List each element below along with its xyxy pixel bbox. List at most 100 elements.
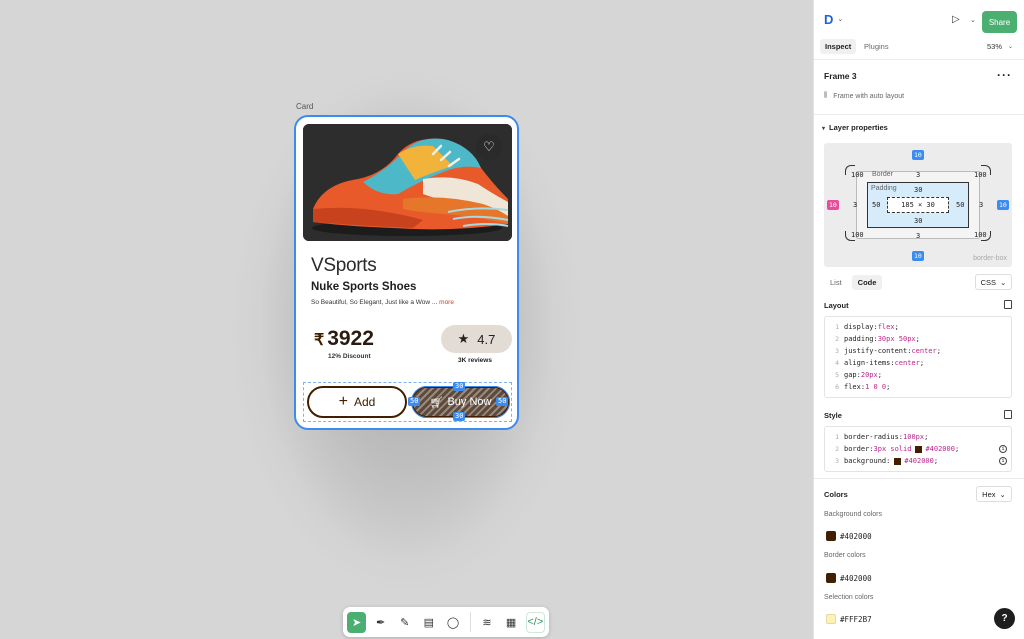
background-colors-label: Background colors bbox=[824, 511, 882, 518]
outer-top-chip: 10 bbox=[912, 150, 924, 160]
play-icon[interactable]: ▷ bbox=[952, 14, 960, 25]
box-sizing-label: border-box bbox=[973, 255, 1007, 262]
css-property: align-items: bbox=[844, 359, 895, 367]
css-value: 30px 50px bbox=[877, 335, 916, 343]
auto-layout-icon: ⫼ bbox=[824, 92, 828, 99]
style-code-block[interactable]: 1 border-radius: 100px; 2 border: 3px solid… bbox=[824, 426, 1012, 472]
code-line: 2 padding: 30px 50px; bbox=[825, 333, 1011, 345]
layout-title: Layout bbox=[824, 301, 849, 310]
css-semicolon: ; bbox=[877, 371, 882, 379]
panel-tabs: Inspect Plugins 53% ⌄ bbox=[814, 38, 1024, 56]
zoom-level[interactable]: 53% bbox=[987, 42, 1002, 51]
line-number: 5 bbox=[835, 371, 839, 379]
code-line: 3 justify-content: center; bbox=[825, 345, 1011, 357]
app-logo[interactable]: D bbox=[824, 12, 833, 27]
padding-top-value: 30 bbox=[914, 186, 923, 194]
color-swatch bbox=[826, 614, 836, 624]
colors-title: Colors bbox=[824, 490, 848, 499]
radius-br: 100 bbox=[974, 231, 987, 239]
layout-code-block[interactable]: 1 display: flex; 2 padding: 30px 50px; 3 just… bbox=[824, 316, 1012, 398]
language-select[interactable]: CSS ⌄ bbox=[975, 274, 1012, 290]
code-line: 4 align-items: center; bbox=[825, 357, 1011, 369]
chevron-down-icon: ⌄ bbox=[1000, 277, 1007, 287]
currency-symbol: ₹ bbox=[314, 332, 325, 349]
layer-properties-header[interactable]: ▾ Layer properties bbox=[822, 123, 888, 132]
css-value: center bbox=[894, 359, 920, 367]
comment-tool-icon[interactable]: ◯ bbox=[443, 612, 462, 633]
text-tool-icon[interactable]: ▤ bbox=[419, 612, 438, 633]
move-tool-icon[interactable]: ➤ bbox=[347, 611, 367, 633]
border-right-value: 3 bbox=[979, 201, 984, 209]
share-button[interactable]: Share bbox=[982, 11, 1017, 33]
star-icon: ★ bbox=[457, 331, 470, 346]
card-actions: + Add 🛒︎ Buy Now 30 30 50 50 bbox=[303, 382, 512, 422]
code-line: 1 display: flex; bbox=[825, 321, 1011, 333]
code-line: 1 border-radius: 100px; bbox=[825, 431, 1011, 443]
info-icon[interactable]: i bbox=[999, 445, 1007, 453]
add-button[interactable]: + Add bbox=[307, 386, 407, 418]
copy-clipboard-icon[interactable] bbox=[1004, 410, 1012, 419]
line-number: 3 bbox=[835, 457, 839, 465]
chevron-down-icon[interactable]: ⌄ bbox=[1008, 43, 1013, 50]
code-tool-icon[interactable]: </> bbox=[525, 611, 545, 633]
tab-plugins[interactable]: Plugins bbox=[859, 39, 894, 54]
css-value: 1 0 0 bbox=[865, 383, 887, 391]
outer-bottom-chip: 10 bbox=[912, 251, 924, 261]
line-number: 4 bbox=[835, 359, 839, 367]
padding-right-chip: 50 bbox=[496, 397, 509, 406]
buy-now-label: Buy Now bbox=[447, 396, 492, 408]
background-color-value: #402000 bbox=[840, 531, 872, 541]
padding-bottom-chip: 30 bbox=[453, 412, 466, 421]
selection-color-row[interactable]: #FFF2B7 bbox=[826, 614, 872, 624]
css-color-value: #402000 bbox=[925, 445, 955, 453]
design-canvas[interactable]: Card ♡ VSports Nuke Sports Shoes So Beau… bbox=[0, 0, 813, 639]
tab-inspect[interactable]: Inspect bbox=[820, 39, 857, 54]
add-button-label: Add bbox=[353, 395, 376, 409]
tab-code[interactable]: Code bbox=[851, 275, 883, 290]
info-icon[interactable]: i bbox=[999, 457, 1007, 465]
product-card[interactable]: ♡ VSports Nuke Sports Shoes So Beautiful… bbox=[294, 115, 519, 430]
css-semicolon: ; bbox=[886, 383, 891, 391]
color-format-select[interactable]: Hex ⌄ bbox=[976, 486, 1012, 502]
background-color-row[interactable]: #402000 bbox=[826, 531, 872, 541]
css-property: padding: bbox=[844, 335, 878, 343]
bottom-toolbar: ➤ ✒ ✎ ▤ ◯ ≋ ▦ </> bbox=[343, 607, 549, 637]
css-value: center bbox=[911, 347, 937, 355]
tab-list[interactable]: List bbox=[824, 275, 848, 290]
help-button[interactable]: ? bbox=[994, 608, 1015, 629]
chevron-down-icon[interactable]: ⌄ bbox=[970, 16, 976, 24]
selection-colors-label: Selection colors bbox=[824, 594, 874, 601]
color-swatch bbox=[894, 457, 902, 465]
divider bbox=[814, 478, 1024, 479]
inspect-tool-icon[interactable]: ▦ bbox=[502, 612, 521, 633]
pencil-tool-icon[interactable]: ✎ bbox=[395, 612, 414, 633]
border-colors-label: Border colors bbox=[824, 552, 866, 559]
frame-label[interactable]: Card bbox=[296, 102, 313, 111]
code-line: 6 flex: 1 0 0; bbox=[825, 381, 1011, 393]
wishlist-heart-icon[interactable]: ♡ bbox=[476, 134, 502, 160]
border-left-value: 3 bbox=[853, 201, 858, 209]
chevron-down-icon: ⌄ bbox=[999, 489, 1006, 499]
css-value: 3px solid bbox=[873, 445, 912, 453]
product-description: So Beautiful, So Elegant, Just like a Wo… bbox=[311, 299, 454, 306]
css-semicolon: ; bbox=[915, 335, 920, 343]
selection-color-value: #FFF2B7 bbox=[840, 614, 872, 624]
line-number: 1 bbox=[835, 323, 839, 331]
box-model-diagram: 185 × 30 10 10 10 10 100 100 100 100 Bor… bbox=[824, 143, 1012, 267]
auto-layout-info: ⫼ Frame with auto layout bbox=[824, 92, 904, 100]
border-color-row[interactable]: #402000 bbox=[826, 573, 872, 583]
css-property: display: bbox=[844, 323, 878, 331]
color-swatch bbox=[826, 531, 836, 541]
more-link[interactable]: more bbox=[439, 299, 454, 306]
border-color-value: #402000 bbox=[840, 573, 872, 583]
css-value: 100px bbox=[903, 433, 925, 441]
pen-tool-icon[interactable]: ✒ bbox=[371, 612, 390, 633]
reviews-count: 3K reviews bbox=[458, 357, 492, 364]
chevron-down-icon[interactable]: ⌄ bbox=[837, 15, 843, 23]
border-top-value: 3 bbox=[916, 171, 921, 179]
color-swatch bbox=[915, 445, 923, 453]
more-options-icon[interactable]: ··· bbox=[997, 68, 1012, 82]
dev-mode-icon[interactable]: ≋ bbox=[477, 612, 496, 633]
discount-label: 12% Discount bbox=[328, 353, 371, 360]
copy-clipboard-icon[interactable] bbox=[1004, 300, 1012, 309]
